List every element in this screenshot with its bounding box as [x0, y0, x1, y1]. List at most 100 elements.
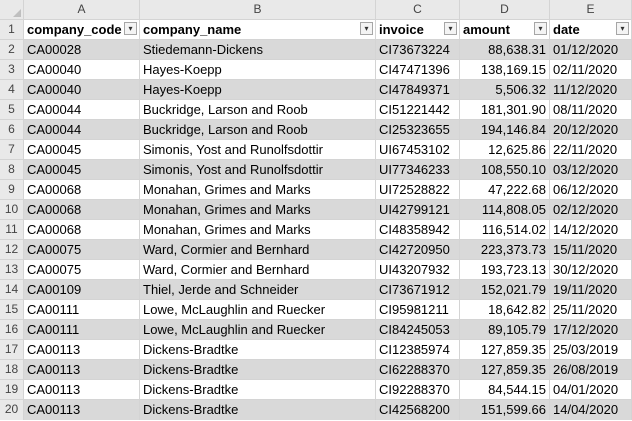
- cell-company-code[interactable]: CA00040: [24, 80, 140, 100]
- row-number[interactable]: 15: [0, 300, 24, 320]
- cell-company-code[interactable]: CA00068: [24, 220, 140, 240]
- cell-date[interactable]: 04/01/2020: [550, 380, 632, 400]
- cell-date[interactable]: 11/12/2020: [550, 80, 632, 100]
- cell-date[interactable]: 08/11/2020: [550, 100, 632, 120]
- cell-company-code[interactable]: CA00068: [24, 180, 140, 200]
- filter-dropdown-icon[interactable]: ▾: [360, 22, 373, 35]
- cell-company-name[interactable]: Hayes-Koepp: [140, 60, 376, 80]
- header-cell-invoice[interactable]: invoice ▾: [376, 20, 460, 40]
- row-number[interactable]: 12: [0, 240, 24, 260]
- cell-company-code[interactable]: CA00075: [24, 240, 140, 260]
- filter-dropdown-icon[interactable]: ▾: [534, 22, 547, 35]
- cell-date[interactable]: 02/12/2020: [550, 200, 632, 220]
- column-header-a[interactable]: A: [24, 0, 140, 20]
- cell-company-name[interactable]: Thiel, Jerde and Schneider: [140, 280, 376, 300]
- cell-company-name[interactable]: Monahan, Grimes and Marks: [140, 200, 376, 220]
- cell-company-name[interactable]: Monahan, Grimes and Marks: [140, 220, 376, 240]
- cell-amount[interactable]: 5,506.32: [460, 80, 550, 100]
- cell-amount[interactable]: 127,859.35: [460, 360, 550, 380]
- cell-company-code[interactable]: CA00045: [24, 140, 140, 160]
- cell-company-code[interactable]: CA00113: [24, 360, 140, 380]
- cell-date[interactable]: 06/12/2020: [550, 180, 632, 200]
- cell-invoice[interactable]: CI62288370: [376, 360, 460, 380]
- cell-invoice[interactable]: CI42568200: [376, 400, 460, 420]
- cell-company-name[interactable]: Buckridge, Larson and Roob: [140, 120, 376, 140]
- row-number[interactable]: 13: [0, 260, 24, 280]
- cell-company-name[interactable]: Lowe, McLaughlin and Ruecker: [140, 300, 376, 320]
- cell-invoice[interactable]: CI47471396: [376, 60, 460, 80]
- cell-company-name[interactable]: Stiedemann-Dickens: [140, 40, 376, 60]
- cell-invoice[interactable]: CI51221442: [376, 100, 460, 120]
- cell-date[interactable]: 20/12/2020: [550, 120, 632, 140]
- row-number[interactable]: 19: [0, 380, 24, 400]
- row-number[interactable]: 14: [0, 280, 24, 300]
- cell-amount[interactable]: 89,105.79: [460, 320, 550, 340]
- cell-date[interactable]: 14/12/2020: [550, 220, 632, 240]
- cell-company-code[interactable]: CA00111: [24, 300, 140, 320]
- row-number[interactable]: 17: [0, 340, 24, 360]
- cell-invoice[interactable]: CI42720950: [376, 240, 460, 260]
- cell-date[interactable]: 02/11/2020: [550, 60, 632, 80]
- filter-dropdown-icon[interactable]: ▾: [616, 22, 629, 35]
- cell-amount[interactable]: 12,625.86: [460, 140, 550, 160]
- cell-date[interactable]: 14/04/2020: [550, 400, 632, 420]
- cell-company-code[interactable]: CA00028: [24, 40, 140, 60]
- cell-amount[interactable]: 84,544.15: [460, 380, 550, 400]
- cell-company-name[interactable]: Ward, Cormier and Bernhard: [140, 260, 376, 280]
- cell-company-code[interactable]: CA00111: [24, 320, 140, 340]
- cell-invoice[interactable]: CI48358942: [376, 220, 460, 240]
- cell-invoice[interactable]: CI25323655: [376, 120, 460, 140]
- cell-invoice[interactable]: CI73671912: [376, 280, 460, 300]
- cell-date[interactable]: 01/12/2020: [550, 40, 632, 60]
- select-all-corner[interactable]: [0, 0, 24, 20]
- cell-amount[interactable]: 127,859.35: [460, 340, 550, 360]
- cell-company-name[interactable]: Dickens-Bradtke: [140, 360, 376, 380]
- cell-company-name[interactable]: Ward, Cormier and Bernhard: [140, 240, 376, 260]
- row-number[interactable]: 3: [0, 60, 24, 80]
- row-number[interactable]: 4: [0, 80, 24, 100]
- row-number[interactable]: 9: [0, 180, 24, 200]
- cell-invoice[interactable]: CI95981211: [376, 300, 460, 320]
- header-cell-company-code[interactable]: company_code ▾: [24, 20, 140, 40]
- row-number[interactable]: 2: [0, 40, 24, 60]
- cell-date[interactable]: 03/12/2020: [550, 160, 632, 180]
- cell-company-name[interactable]: Dickens-Bradtke: [140, 400, 376, 420]
- row-number[interactable]: 10: [0, 200, 24, 220]
- cell-amount[interactable]: 138,169.15: [460, 60, 550, 80]
- cell-amount[interactable]: 116,514.02: [460, 220, 550, 240]
- cell-amount[interactable]: 18,642.82: [460, 300, 550, 320]
- cell-company-code[interactable]: CA00113: [24, 380, 140, 400]
- cell-company-name[interactable]: Dickens-Bradtke: [140, 380, 376, 400]
- cell-amount[interactable]: 193,723.13: [460, 260, 550, 280]
- cell-invoice[interactable]: CI12385974: [376, 340, 460, 360]
- cell-invoice[interactable]: CI84245053: [376, 320, 460, 340]
- column-header-c[interactable]: C: [376, 0, 460, 20]
- cell-amount[interactable]: 194,146.84: [460, 120, 550, 140]
- cell-company-code[interactable]: CA00068: [24, 200, 140, 220]
- cell-company-name[interactable]: Simonis, Yost and Runolfsdottir: [140, 140, 376, 160]
- cell-amount[interactable]: 47,222.68: [460, 180, 550, 200]
- cell-date[interactable]: 25/03/2019: [550, 340, 632, 360]
- cell-invoice[interactable]: UI43207932: [376, 260, 460, 280]
- cell-company-name[interactable]: Simonis, Yost and Runolfsdottir: [140, 160, 376, 180]
- cell-amount[interactable]: 223,373.73: [460, 240, 550, 260]
- cell-amount[interactable]: 151,599.66: [460, 400, 550, 420]
- sort-filter-icon[interactable]: ▾: [124, 22, 137, 35]
- row-number[interactable]: 18: [0, 360, 24, 380]
- cell-company-name[interactable]: Hayes-Koepp: [140, 80, 376, 100]
- column-header-d[interactable]: D: [460, 0, 550, 20]
- row-number[interactable]: 20: [0, 400, 24, 420]
- cell-amount[interactable]: 181,301.90: [460, 100, 550, 120]
- row-number[interactable]: 7: [0, 140, 24, 160]
- cell-invoice[interactable]: CI92288370: [376, 380, 460, 400]
- cell-company-code[interactable]: CA00045: [24, 160, 140, 180]
- cell-amount[interactable]: 88,638.31: [460, 40, 550, 60]
- cell-invoice[interactable]: CI47849371: [376, 80, 460, 100]
- cell-amount[interactable]: 114,808.05: [460, 200, 550, 220]
- cell-invoice[interactable]: UI67453102: [376, 140, 460, 160]
- row-number[interactable]: 11: [0, 220, 24, 240]
- cell-amount[interactable]: 152,021.79: [460, 280, 550, 300]
- cell-company-name[interactable]: Buckridge, Larson and Roob: [140, 100, 376, 120]
- cell-date[interactable]: 15/11/2020: [550, 240, 632, 260]
- column-header-b[interactable]: B: [140, 0, 376, 20]
